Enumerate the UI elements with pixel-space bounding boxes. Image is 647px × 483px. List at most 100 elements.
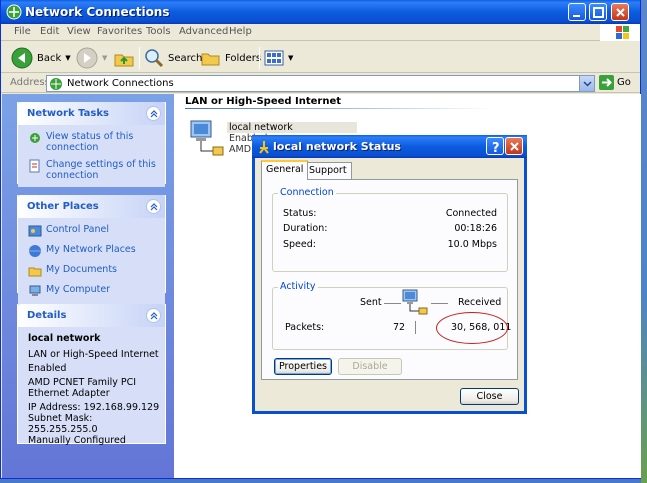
network-status-icon <box>30 133 40 143</box>
address-label: Address <box>10 77 50 88</box>
details-type: LAN or High-Speed Internet <box>28 349 159 360</box>
menu-help[interactable]: Help <box>229 26 252 37</box>
other-places-panel: Other Places Control Panel My Network Pl… <box>17 195 166 304</box>
folder-icon <box>28 267 42 277</box>
menu-view[interactable]: View <box>67 26 91 37</box>
network-tasks-header[interactable]: Network Tasks <box>18 102 165 125</box>
network-status-icon <box>259 141 269 154</box>
menu-favorites[interactable]: Favorites <box>97 26 142 37</box>
folders-icon <box>201 53 220 66</box>
general-tab-page: Connection Status: Connected Duration: 0… <box>261 179 518 380</box>
chevron-up-double-icon <box>150 203 158 211</box>
details-ip: IP Address: 192.168.99.129 <box>28 402 160 413</box>
forward-dropdown-icon[interactable]: ▼ <box>102 54 107 62</box>
go-label: Go <box>617 77 631 88</box>
view-status-link[interactable]: View status of this connection <box>28 131 161 153</box>
lan-connection-icon <box>190 120 224 156</box>
link-label: View status of this connection <box>46 131 134 153</box>
close-button[interactable]: Close <box>460 388 519 405</box>
views-button[interactable]: ▼ <box>264 46 293 70</box>
duration-label: Duration: <box>283 223 328 234</box>
menu-file[interactable]: File <box>14 26 31 37</box>
windows-logo-icon <box>616 26 629 39</box>
connection-group: Connection Status: Connected Duration: 0… <box>272 187 508 272</box>
close-dialog-button[interactable] <box>505 137 523 155</box>
tab-general[interactable]: General <box>261 160 309 180</box>
details-header[interactable]: Details <box>18 304 165 327</box>
annotation-ellipse <box>436 312 508 344</box>
up-folder-icon <box>114 54 134 67</box>
control-panel-icon <box>28 225 42 237</box>
address-input[interactable]: Network Connections <box>46 75 595 92</box>
network-connections-icon <box>50 78 62 90</box>
panel-title: Network Tasks <box>27 108 109 119</box>
toolbar-separator <box>259 47 260 69</box>
details-adapter: AMD PCNET Family PCI Ethernet Adapter <box>28 377 137 399</box>
go-arrow-icon <box>599 75 614 90</box>
address-dropdown-button[interactable] <box>579 76 594 91</box>
back-label: Back <box>37 52 62 64</box>
disable-button[interactable]: Disable <box>338 358 402 375</box>
back-button[interactable]: Back ▼ <box>11 46 71 70</box>
maximize-icon <box>593 7 604 18</box>
network-places-icon <box>29 245 41 257</box>
status-label: Status: <box>283 208 317 219</box>
title-bar[interactable]: Network Connections <box>1 0 640 24</box>
forward-button[interactable]: ▼ <box>76 46 107 70</box>
dialog-title-bar[interactable]: local network Status ? <box>252 135 527 158</box>
search-button[interactable]: Search <box>144 46 202 70</box>
address-bar: Address Network Connections Go <box>1 74 640 93</box>
views-dropdown-icon[interactable]: ▼ <box>288 54 293 62</box>
control-panel-link[interactable]: Control Panel <box>28 224 161 238</box>
link-label: My Documents <box>46 264 118 275</box>
collapse-button[interactable] <box>146 308 161 323</box>
toolbar-separator <box>139 47 140 69</box>
task-pane: Network Tasks View status of this connec… <box>2 94 174 478</box>
panel-title: Other Places <box>27 201 99 212</box>
collapse-button[interactable] <box>146 199 161 214</box>
views-icon <box>264 50 284 66</box>
packets-sent-value: 72 <box>393 322 406 333</box>
minimize-button[interactable] <box>568 3 586 21</box>
my-documents-link[interactable]: My Documents <box>28 264 161 278</box>
up-folder-button[interactable] <box>113 46 135 70</box>
properties-button[interactable]: Properties <box>274 358 332 375</box>
speed-value: 10.0 Mbps <box>447 239 497 250</box>
activity-legend: Activity <box>278 281 318 292</box>
details-config: Manually Configured <box>28 435 126 446</box>
my-computer-link[interactable]: My Computer <box>28 284 161 298</box>
link-label: Control Panel <box>46 224 109 235</box>
network-tasks-panel: Network Tasks View status of this connec… <box>17 102 166 187</box>
close-window-button[interactable] <box>611 3 629 21</box>
folders-button[interactable]: Folders <box>201 46 261 70</box>
menu-edit[interactable]: Edit <box>40 26 59 37</box>
chevron-up-double-icon <box>150 312 158 320</box>
address-value: Network Connections <box>67 78 174 89</box>
window-title: Network Connections <box>25 5 170 19</box>
help-button[interactable]: ? <box>486 137 504 156</box>
back-arrow-icon <box>11 47 33 69</box>
other-places-header[interactable]: Other Places <box>18 195 165 218</box>
back-dropdown-icon[interactable]: ▼ <box>65 54 70 62</box>
change-settings-link[interactable]: Change settings of this connection <box>28 159 161 181</box>
link-label: My Computer <box>46 284 111 295</box>
tab-support[interactable]: Support <box>304 162 352 180</box>
my-network-places-link[interactable]: My Network Places <box>28 244 161 258</box>
folders-label: Folders <box>225 52 262 64</box>
go-button[interactable]: Go <box>599 75 631 90</box>
toolbar: Back ▼ ▼ Search Folders ▼ <box>1 42 640 73</box>
details-subnet: Subnet Mask: 255.255.255.0 <box>28 413 98 435</box>
menu-advanced[interactable]: Advanced <box>179 26 228 37</box>
svg-text:?: ? <box>492 141 500 156</box>
group-header: LAN or High-Speed Internet <box>185 96 342 107</box>
panel-title: Details <box>27 310 67 321</box>
close-icon <box>510 142 519 151</box>
menu-tools[interactable]: Tools <box>146 26 171 37</box>
chevron-down-icon <box>583 81 592 87</box>
computer-icon <box>29 285 41 296</box>
maximize-button[interactable] <box>589 3 607 21</box>
link-label: Change settings of this connection <box>46 159 156 181</box>
status-value: Connected <box>445 208 497 219</box>
collapse-button[interactable] <box>146 106 161 121</box>
network-connections-icon <box>6 4 22 20</box>
